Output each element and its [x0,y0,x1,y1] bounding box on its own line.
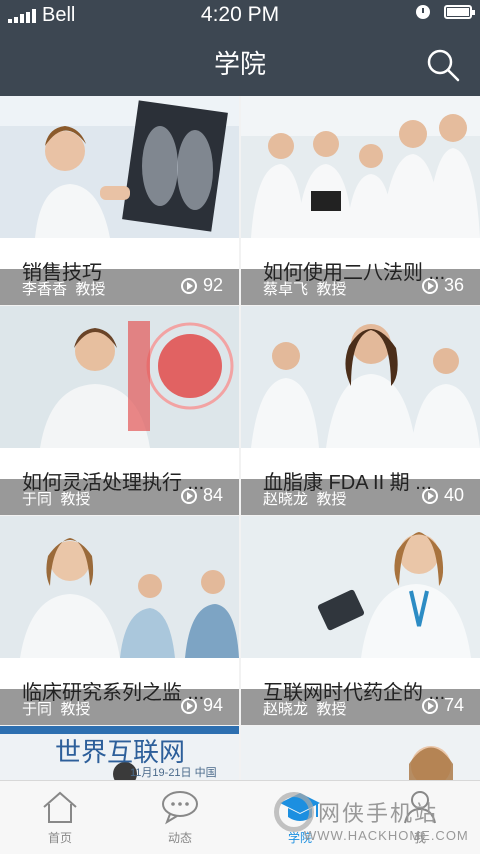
banner-date: 11月19-21日 中国 [130,767,217,779]
tab-label: 动态 [167,831,192,845]
course-title: 销售技巧 [22,262,102,284]
course-thumbnail [241,726,480,780]
status-time: 4:20 PM [200,3,280,26]
watermark-logo-icon [274,792,314,832]
course-card[interactable]: 世界互联网 11月19-21日 中国 [0,726,239,780]
alarm-clock-icon [416,5,430,19]
search-icon[interactable] [426,48,460,82]
course-card[interactable]: 蔡卓飞 教授 36 如何使用二八法则 ... [241,96,480,305]
course-card[interactable]: 李香香 教授 92 销售技巧 [0,96,239,305]
chat-icon [162,791,198,825]
course-card[interactable]: 于同 教授 94 临床研究系列之监 ... [0,516,239,725]
page-title: 学院 [213,49,266,79]
watermark: 网侠手机站 WWW.HACKHOME.COM [274,792,474,850]
course-thumbnail [241,96,480,238]
course-card[interactable]: 于同 教授 84 如何灵活处理执行 ... [0,306,239,515]
course-thumbnail [241,516,480,658]
tab-home[interactable]: 首页 [0,781,120,854]
course-card[interactable] [241,726,480,780]
course-title: 血脂康 FDA II 期 ... [263,472,432,494]
home-icon [43,791,77,823]
course-grid: 李香香 教授 92 销售技巧 蔡卓飞 教授 36 如何使用二八法则 ... 于同… [0,96,480,780]
nav-bar: 学院 [0,30,480,96]
watermark-url: WWW.HACKHOME.COM [304,828,469,843]
battery-icon [444,5,475,19]
course-thumbnail [0,306,239,448]
play-icon [180,277,197,294]
course-title: 临床研究系列之监 ... [22,682,205,704]
status-bar: Bell 4:20 PM [0,0,480,30]
watermark-text: 网侠手机站 [318,801,439,826]
course-card[interactable]: 赵晓龙 教授 74 互联网时代药企的 ... [241,516,480,725]
tab-activity[interactable]: 动态 [120,781,240,854]
course-thumbnail [0,96,239,238]
course-thumbnail [241,306,480,448]
tab-label: 首页 [47,831,72,845]
course-title: 如何灵活处理执行 ... [22,472,205,494]
course-title: 如何使用二八法则 ... [263,262,446,284]
course-title: 互联网时代药企的 ... [263,682,446,704]
course-thumbnail [0,516,239,658]
play-count: 92 [180,275,223,296]
course-card[interactable]: 赵晓龙 教授 40 血脂康 FDA II 期 ... [241,306,480,515]
